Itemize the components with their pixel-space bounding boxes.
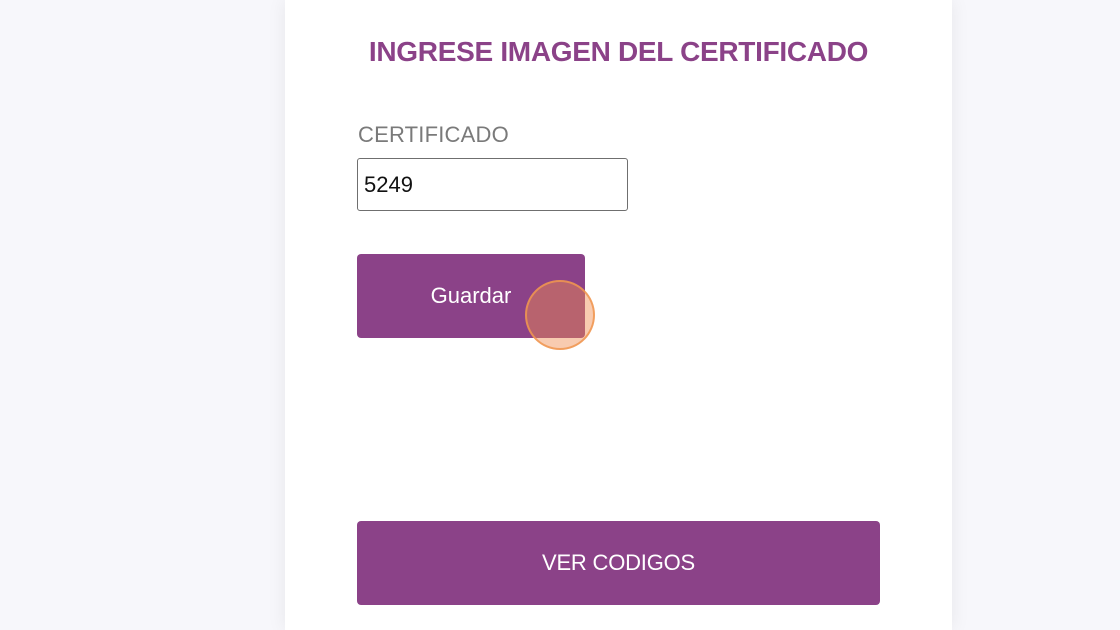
page-background: INGRESE IMAGEN DEL CERTIFICADO CERTIFICA… <box>0 0 1120 630</box>
form-title: INGRESE IMAGEN DEL CERTIFICADO <box>368 36 869 67</box>
certificate-input[interactable] <box>357 158 628 211</box>
view-codes-button[interactable]: VER CODIGOS <box>357 521 880 605</box>
form-card: INGRESE IMAGEN DEL CERTIFICADO CERTIFICA… <box>285 0 952 630</box>
certificate-label: CERTIFICADO <box>358 122 509 147</box>
save-button[interactable]: Guardar <box>357 254 585 338</box>
